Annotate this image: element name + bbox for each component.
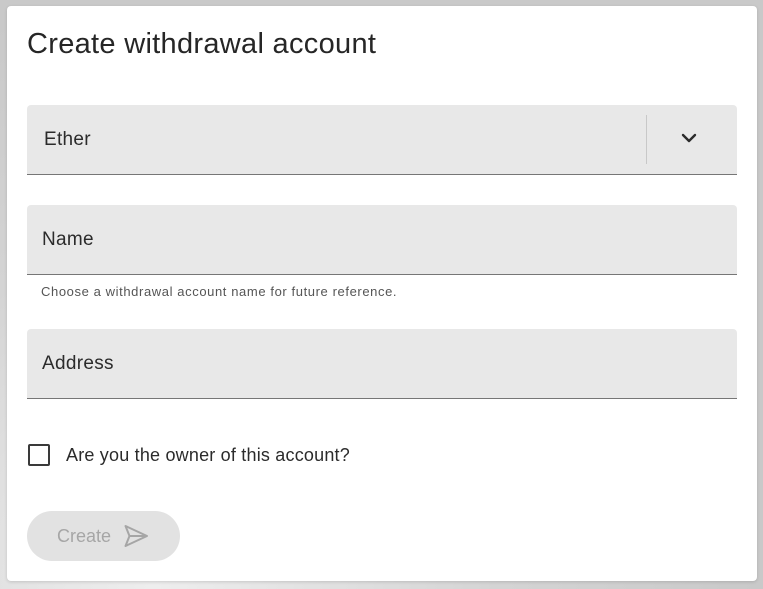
- name-field[interactable]: Name: [27, 205, 737, 275]
- page-title: Create withdrawal account: [27, 28, 377, 60]
- owner-checkbox[interactable]: [28, 444, 50, 466]
- owner-checkbox-row[interactable]: Are you the owner of this account?: [28, 442, 350, 468]
- create-button[interactable]: Create: [27, 511, 180, 561]
- currency-select-value: Ether: [44, 129, 91, 150]
- address-field[interactable]: Address: [27, 329, 737, 399]
- select-divider: [646, 115, 647, 164]
- create-button-label: Create: [57, 526, 112, 546]
- address-field-label: Address: [42, 353, 114, 374]
- name-field-label: Name: [42, 229, 94, 250]
- chevron-down-icon[interactable]: [679, 131, 699, 147]
- create-withdrawal-card: Create withdrawal account Ether Name Cho…: [7, 6, 757, 581]
- name-helper-text: Choose a withdrawal account name for fut…: [41, 284, 398, 299]
- currency-select[interactable]: Ether: [27, 105, 737, 175]
- send-icon: [124, 525, 148, 547]
- owner-checkbox-label[interactable]: Are you the owner of this account?: [66, 445, 350, 466]
